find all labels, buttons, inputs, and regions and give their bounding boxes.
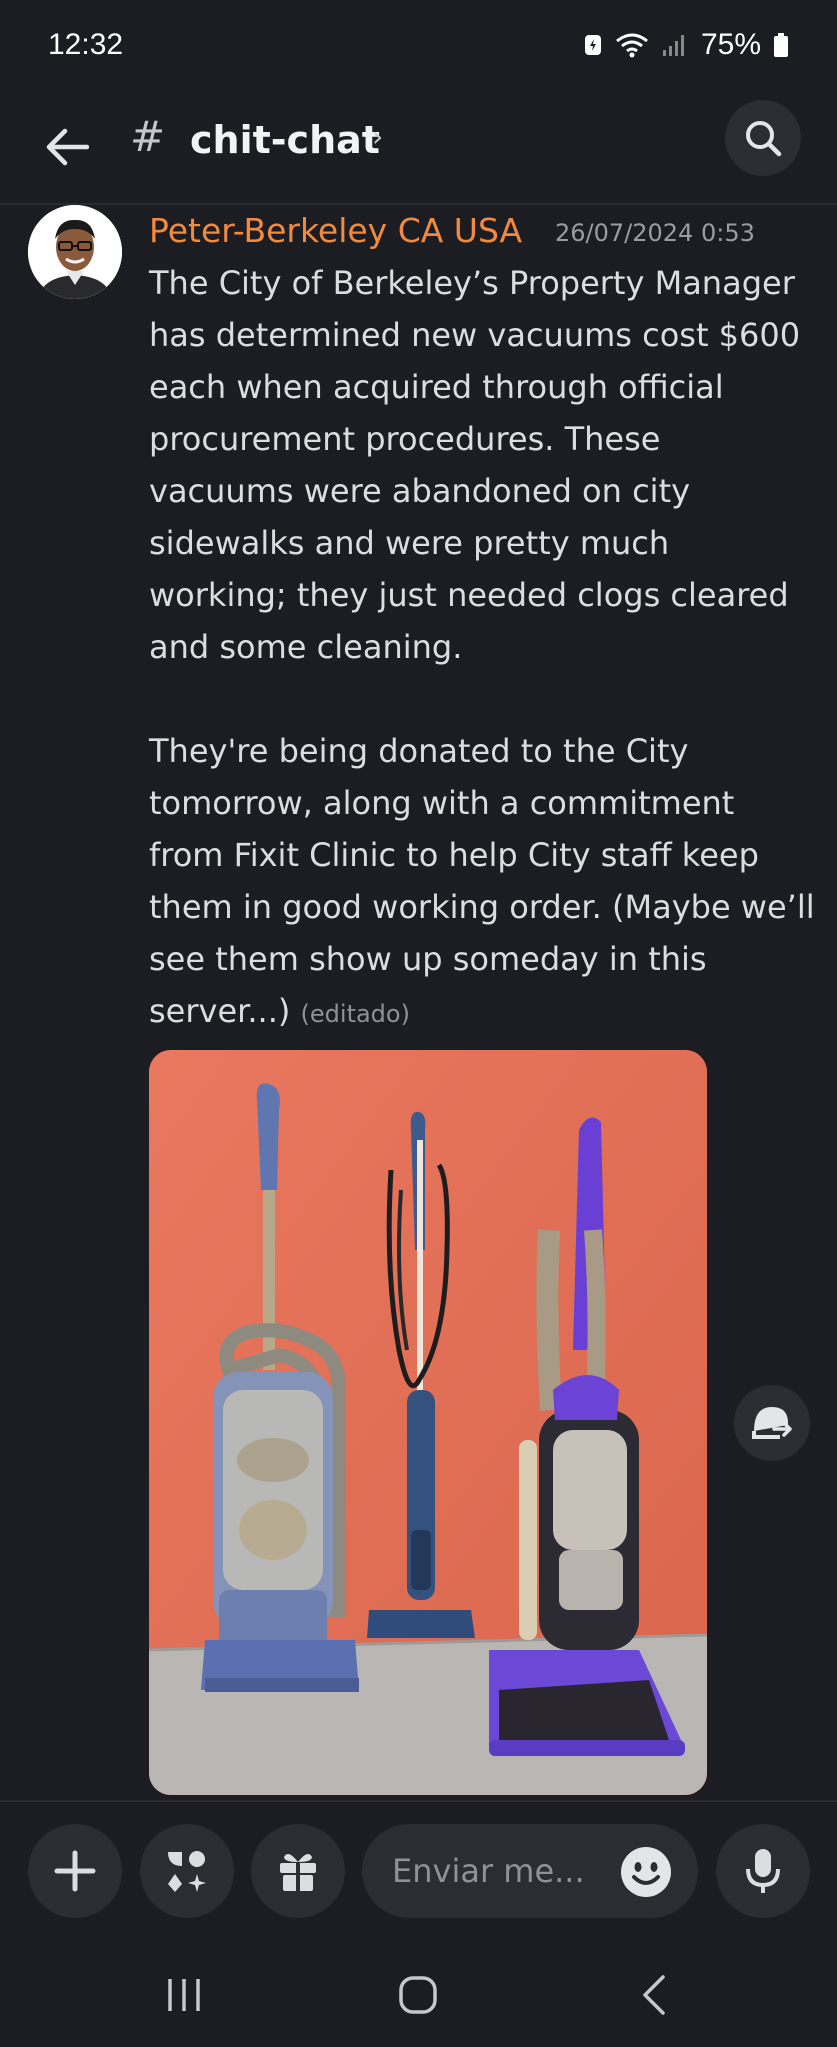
image-attachment[interactable] [149, 1050, 707, 1795]
battery-icon [774, 33, 788, 57]
emoji-button[interactable] [620, 1846, 672, 1898]
status-icons: 75% [583, 28, 789, 62]
apps-button[interactable] [140, 1824, 234, 1918]
search-icon [746, 121, 782, 157]
chevron-left-icon [643, 1975, 665, 2015]
home-button[interactable] [388, 1970, 448, 2020]
channel-title[interactable]: chit-chat [190, 118, 380, 162]
message-composer [0, 1800, 837, 1940]
message-text: The City of Berkeley’s Property Manager … [149, 264, 815, 1030]
forward-button[interactable] [734, 1385, 810, 1461]
plus-icon [54, 1850, 96, 1892]
battery-percent: 75% [700, 28, 761, 61]
emoji-icon [621, 1847, 671, 1897]
chevron-right-icon[interactable]: › [372, 120, 383, 153]
hash-icon: # [130, 112, 166, 161]
avatar-image [28, 205, 122, 299]
header-divider [0, 203, 837, 205]
signal-icon [662, 35, 684, 56]
message-body: The City of Berkeley’s Property Manager … [149, 257, 821, 1040]
gift-button[interactable] [251, 1824, 345, 1918]
recent-apps-button[interactable] [154, 1970, 214, 2020]
avatar[interactable] [28, 205, 122, 299]
search-button[interactable] [725, 100, 801, 176]
status-time: 12:32 [48, 28, 124, 61]
microphone-icon [746, 1849, 780, 1893]
system-back-button[interactable] [624, 1970, 684, 2020]
recent-apps-icon [168, 1979, 200, 2011]
add-attachment-button[interactable] [28, 1824, 122, 1918]
channel-header: # chit-chat › [0, 96, 837, 206]
apps-icon [168, 1851, 206, 1892]
voice-message-button[interactable] [716, 1824, 810, 1918]
gift-icon [280, 1853, 316, 1891]
arrow-left-icon [46, 128, 89, 166]
back-button[interactable] [38, 118, 96, 176]
message-timestamp: 26/07/2024 0:53 [555, 219, 755, 247]
battery-saver-icon [584, 35, 601, 55]
vacuums-photo [149, 1050, 707, 1795]
system-navigation-bar [0, 1940, 837, 2047]
edited-label: (editado) [300, 1000, 410, 1028]
author-name[interactable]: Peter-Berkeley CA USA [149, 211, 522, 250]
wifi-icon [616, 33, 648, 58]
home-icon [399, 1976, 437, 2014]
forward-icon [752, 1407, 792, 1439]
status-bar: 12:32 75% [0, 0, 837, 90]
